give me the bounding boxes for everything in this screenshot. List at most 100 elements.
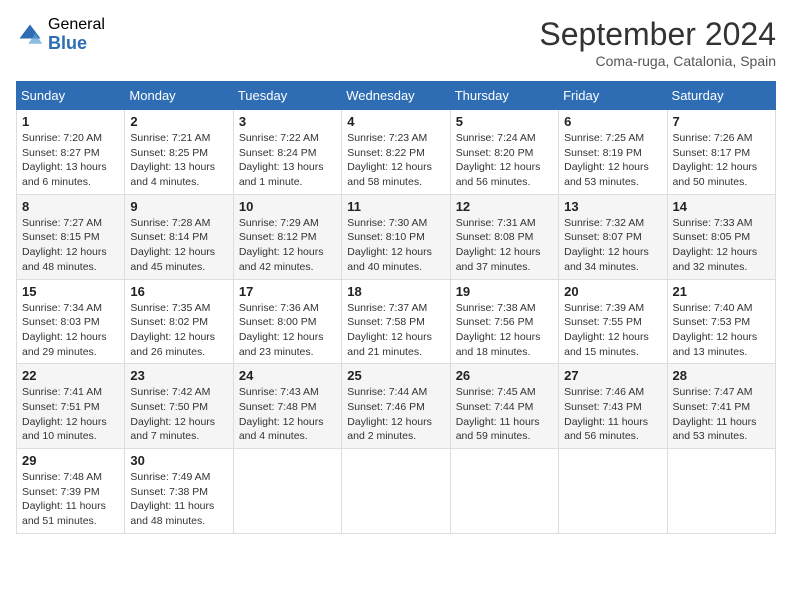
day-info: Sunrise: 7:45 AM Sunset: 7:44 PM Dayligh…	[456, 385, 553, 444]
day-info: Sunrise: 7:25 AM Sunset: 8:19 PM Dayligh…	[564, 131, 661, 190]
table-row: 5 Sunrise: 7:24 AM Sunset: 8:20 PM Dayli…	[450, 110, 558, 195]
calendar-week-row: 29 Sunrise: 7:48 AM Sunset: 7:39 PM Dayl…	[17, 449, 776, 534]
col-friday: Friday	[559, 82, 667, 110]
day-info: Sunrise: 7:30 AM Sunset: 8:10 PM Dayligh…	[347, 216, 444, 275]
calendar-week-row: 15 Sunrise: 7:34 AM Sunset: 8:03 PM Dayl…	[17, 279, 776, 364]
day-info: Sunrise: 7:48 AM Sunset: 7:39 PM Dayligh…	[22, 470, 119, 529]
day-info: Sunrise: 7:26 AM Sunset: 8:17 PM Dayligh…	[673, 131, 770, 190]
calendar-week-row: 1 Sunrise: 7:20 AM Sunset: 8:27 PM Dayli…	[17, 110, 776, 195]
day-number: 11	[347, 199, 444, 214]
table-row: 6 Sunrise: 7:25 AM Sunset: 8:19 PM Dayli…	[559, 110, 667, 195]
day-info: Sunrise: 7:46 AM Sunset: 7:43 PM Dayligh…	[564, 385, 661, 444]
day-info: Sunrise: 7:47 AM Sunset: 7:41 PM Dayligh…	[673, 385, 770, 444]
calendar-week-row: 22 Sunrise: 7:41 AM Sunset: 7:51 PM Dayl…	[17, 364, 776, 449]
day-number: 29	[22, 453, 119, 468]
day-info: Sunrise: 7:28 AM Sunset: 8:14 PM Dayligh…	[130, 216, 227, 275]
table-row: 17 Sunrise: 7:36 AM Sunset: 8:00 PM Dayl…	[233, 279, 341, 364]
table-row: 10 Sunrise: 7:29 AM Sunset: 8:12 PM Dayl…	[233, 194, 341, 279]
day-info: Sunrise: 7:21 AM Sunset: 8:25 PM Dayligh…	[130, 131, 227, 190]
day-number: 9	[130, 199, 227, 214]
table-row: 2 Sunrise: 7:21 AM Sunset: 8:25 PM Dayli…	[125, 110, 233, 195]
table-row	[233, 449, 341, 534]
table-row: 7 Sunrise: 7:26 AM Sunset: 8:17 PM Dayli…	[667, 110, 775, 195]
table-row: 26 Sunrise: 7:45 AM Sunset: 7:44 PM Dayl…	[450, 364, 558, 449]
calendar-week-row: 8 Sunrise: 7:27 AM Sunset: 8:15 PM Dayli…	[17, 194, 776, 279]
day-number: 13	[564, 199, 661, 214]
day-number: 28	[673, 368, 770, 383]
day-info: Sunrise: 7:38 AM Sunset: 7:56 PM Dayligh…	[456, 301, 553, 360]
logo-text: General Blue	[48, 16, 105, 53]
col-thursday: Thursday	[450, 82, 558, 110]
table-row: 11 Sunrise: 7:30 AM Sunset: 8:10 PM Dayl…	[342, 194, 450, 279]
day-number: 4	[347, 114, 444, 129]
table-row: 20 Sunrise: 7:39 AM Sunset: 7:55 PM Dayl…	[559, 279, 667, 364]
title-block: September 2024 Coma-ruga, Catalonia, Spa…	[539, 16, 776, 69]
table-row: 14 Sunrise: 7:33 AM Sunset: 8:05 PM Dayl…	[667, 194, 775, 279]
day-number: 18	[347, 284, 444, 299]
table-row: 9 Sunrise: 7:28 AM Sunset: 8:14 PM Dayli…	[125, 194, 233, 279]
table-row	[667, 449, 775, 534]
day-number: 19	[456, 284, 553, 299]
day-info: Sunrise: 7:42 AM Sunset: 7:50 PM Dayligh…	[130, 385, 227, 444]
col-tuesday: Tuesday	[233, 82, 341, 110]
day-number: 20	[564, 284, 661, 299]
table-row: 1 Sunrise: 7:20 AM Sunset: 8:27 PM Dayli…	[17, 110, 125, 195]
table-row: 27 Sunrise: 7:46 AM Sunset: 7:43 PM Dayl…	[559, 364, 667, 449]
day-info: Sunrise: 7:22 AM Sunset: 8:24 PM Dayligh…	[239, 131, 336, 190]
day-number: 2	[130, 114, 227, 129]
day-number: 27	[564, 368, 661, 383]
logo: General Blue	[16, 16, 105, 53]
table-row: 4 Sunrise: 7:23 AM Sunset: 8:22 PM Dayli…	[342, 110, 450, 195]
day-info: Sunrise: 7:20 AM Sunset: 8:27 PM Dayligh…	[22, 131, 119, 190]
col-saturday: Saturday	[667, 82, 775, 110]
table-row: 23 Sunrise: 7:42 AM Sunset: 7:50 PM Dayl…	[125, 364, 233, 449]
day-number: 22	[22, 368, 119, 383]
day-number: 15	[22, 284, 119, 299]
day-info: Sunrise: 7:23 AM Sunset: 8:22 PM Dayligh…	[347, 131, 444, 190]
day-number: 26	[456, 368, 553, 383]
day-info: Sunrise: 7:43 AM Sunset: 7:48 PM Dayligh…	[239, 385, 336, 444]
day-number: 8	[22, 199, 119, 214]
table-row: 18 Sunrise: 7:37 AM Sunset: 7:58 PM Dayl…	[342, 279, 450, 364]
table-row: 16 Sunrise: 7:35 AM Sunset: 8:02 PM Dayl…	[125, 279, 233, 364]
month-title: September 2024	[539, 16, 776, 53]
logo-general: General	[48, 16, 105, 34]
day-info: Sunrise: 7:44 AM Sunset: 7:46 PM Dayligh…	[347, 385, 444, 444]
table-row: 22 Sunrise: 7:41 AM Sunset: 7:51 PM Dayl…	[17, 364, 125, 449]
day-number: 30	[130, 453, 227, 468]
logo-blue: Blue	[48, 34, 105, 54]
day-info: Sunrise: 7:39 AM Sunset: 7:55 PM Dayligh…	[564, 301, 661, 360]
day-info: Sunrise: 7:40 AM Sunset: 7:53 PM Dayligh…	[673, 301, 770, 360]
day-number: 3	[239, 114, 336, 129]
day-number: 1	[22, 114, 119, 129]
col-sunday: Sunday	[17, 82, 125, 110]
table-row: 3 Sunrise: 7:22 AM Sunset: 8:24 PM Dayli…	[233, 110, 341, 195]
location-subtitle: Coma-ruga, Catalonia, Spain	[539, 53, 776, 69]
day-number: 23	[130, 368, 227, 383]
table-row: 19 Sunrise: 7:38 AM Sunset: 7:56 PM Dayl…	[450, 279, 558, 364]
day-number: 24	[239, 368, 336, 383]
table-row: 28 Sunrise: 7:47 AM Sunset: 7:41 PM Dayl…	[667, 364, 775, 449]
day-number: 5	[456, 114, 553, 129]
day-number: 6	[564, 114, 661, 129]
day-number: 7	[673, 114, 770, 129]
table-row: 30 Sunrise: 7:49 AM Sunset: 7:38 PM Dayl…	[125, 449, 233, 534]
day-info: Sunrise: 7:32 AM Sunset: 8:07 PM Dayligh…	[564, 216, 661, 275]
day-number: 21	[673, 284, 770, 299]
calendar-header-row: Sunday Monday Tuesday Wednesday Thursday…	[17, 82, 776, 110]
day-info: Sunrise: 7:27 AM Sunset: 8:15 PM Dayligh…	[22, 216, 119, 275]
day-info: Sunrise: 7:33 AM Sunset: 8:05 PM Dayligh…	[673, 216, 770, 275]
day-number: 10	[239, 199, 336, 214]
table-row: 15 Sunrise: 7:34 AM Sunset: 8:03 PM Dayl…	[17, 279, 125, 364]
day-number: 17	[239, 284, 336, 299]
day-info: Sunrise: 7:36 AM Sunset: 8:00 PM Dayligh…	[239, 301, 336, 360]
day-info: Sunrise: 7:35 AM Sunset: 8:02 PM Dayligh…	[130, 301, 227, 360]
table-row: 29 Sunrise: 7:48 AM Sunset: 7:39 PM Dayl…	[17, 449, 125, 534]
table-row: 25 Sunrise: 7:44 AM Sunset: 7:46 PM Dayl…	[342, 364, 450, 449]
table-row	[342, 449, 450, 534]
day-info: Sunrise: 7:34 AM Sunset: 8:03 PM Dayligh…	[22, 301, 119, 360]
day-info: Sunrise: 7:49 AM Sunset: 7:38 PM Dayligh…	[130, 470, 227, 529]
day-number: 12	[456, 199, 553, 214]
table-row: 13 Sunrise: 7:32 AM Sunset: 8:07 PM Dayl…	[559, 194, 667, 279]
table-row	[559, 449, 667, 534]
